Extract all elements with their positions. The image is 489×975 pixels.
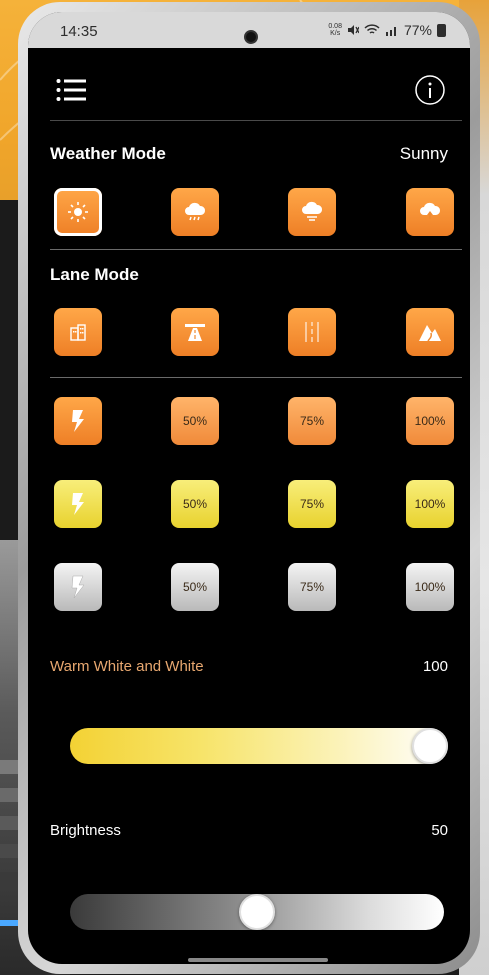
lane-city-button[interactable] xyxy=(54,308,102,356)
orange-50-button[interactable]: 50% xyxy=(171,397,219,445)
lane-lines-button[interactable] xyxy=(288,308,336,356)
flash-icon xyxy=(72,493,84,515)
warm-white-slider[interactable] xyxy=(70,728,448,764)
snow-cloud-icon xyxy=(420,202,441,219)
weather-mode-value: Sunny xyxy=(399,144,448,163)
orange-100-button[interactable]: 100% xyxy=(406,397,454,445)
sun-icon xyxy=(68,202,88,222)
toolbar-divider xyxy=(50,120,462,121)
weather-snow-button[interactable] xyxy=(406,188,454,236)
phone-frame: 14:35 0.08 K/s 77% Weather Mode Sunny La… xyxy=(18,2,480,974)
fog-cloud-icon xyxy=(302,201,323,221)
lane-mountain-button[interactable] xyxy=(406,308,454,356)
lane-lines-icon xyxy=(305,322,319,342)
weather-mode-heading: Weather Mode xyxy=(50,144,166,163)
status-indicators: 0.08 K/s 77% xyxy=(328,22,446,38)
status-bar: 14:35 0.08 K/s 77% xyxy=(28,12,470,48)
hamburger-menu-icon[interactable] xyxy=(56,78,86,102)
wifi-icon xyxy=(364,24,380,34)
brightness-value: 50 xyxy=(431,822,448,839)
weather-rain-button[interactable] xyxy=(171,188,219,236)
lane-highway-button[interactable] xyxy=(171,308,219,356)
mute-icon xyxy=(347,25,359,35)
lane-divider xyxy=(50,377,462,378)
orange-flash-button[interactable] xyxy=(54,397,102,445)
yellow-75-button[interactable]: 75% xyxy=(288,480,336,528)
white-50-button[interactable]: 50% xyxy=(171,563,219,611)
flash-icon xyxy=(72,410,84,432)
brightness-label: Brightness xyxy=(50,822,121,839)
network-speed: 0.08 K/s xyxy=(328,23,342,37)
info-icon[interactable] xyxy=(414,74,446,106)
signal-icon xyxy=(385,27,396,36)
home-indicator[interactable] xyxy=(188,958,328,962)
weather-divider xyxy=(50,249,462,250)
weather-fog-button[interactable] xyxy=(288,188,336,236)
warm-white-value: 100 xyxy=(422,658,448,675)
mountain-road-icon xyxy=(419,325,441,342)
lane-mode-heading: Lane Mode xyxy=(50,265,139,284)
battery-percentage: 77% xyxy=(403,22,432,38)
city-building-icon xyxy=(70,324,86,341)
yellow-100-button[interactable]: 100% xyxy=(406,480,454,528)
white-100-button[interactable]: 100% xyxy=(406,563,454,611)
status-time: 14:35 xyxy=(60,23,98,40)
app-screen: 14:35 0.08 K/s 77% Weather Mode Sunny La… xyxy=(28,12,470,964)
brightness-slider-thumb[interactable] xyxy=(239,894,275,930)
warm-white-slider-thumb[interactable] xyxy=(412,728,448,764)
orange-75-button[interactable]: 75% xyxy=(288,397,336,445)
white-75-button[interactable]: 75% xyxy=(288,563,336,611)
yellow-flash-button[interactable] xyxy=(54,480,102,528)
yellow-50-button[interactable]: 50% xyxy=(171,480,219,528)
flash-icon xyxy=(71,575,85,599)
highway-icon xyxy=(185,324,205,341)
front-camera xyxy=(244,30,258,44)
battery-icon xyxy=(437,23,446,37)
warm-white-label: Warm White and White xyxy=(50,658,204,675)
white-flash-button[interactable] xyxy=(54,563,102,611)
rain-cloud-icon xyxy=(185,202,206,221)
weather-sunny-button[interactable] xyxy=(54,188,102,236)
